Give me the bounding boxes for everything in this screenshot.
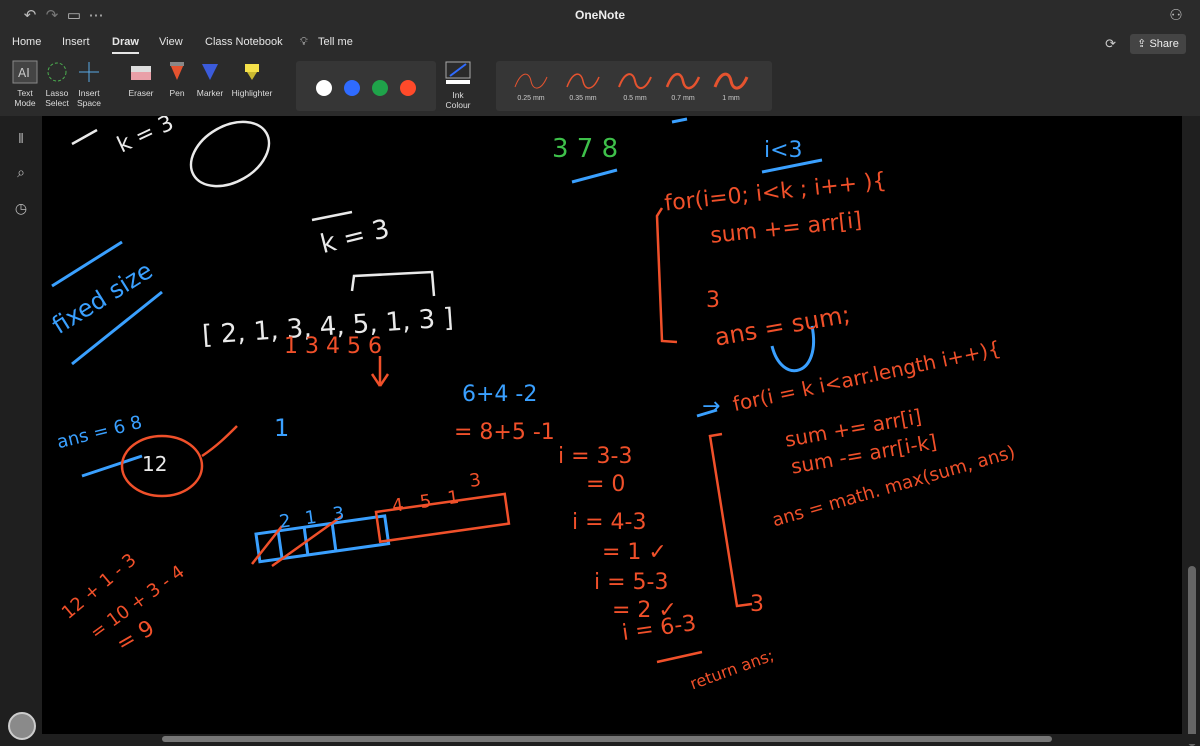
note-index-row: 1 3 4 5 6 [284,334,382,359]
avatar[interactable] [8,712,36,740]
note-calc2: = 8+5 -1 [454,420,555,445]
text-mode-icon: AI [12,60,38,84]
svg-text:AI: AI [18,66,30,80]
tab-draw[interactable]: Draw [112,36,139,54]
note-i-lt-3: i<3 [764,138,803,163]
highlighter-icon [245,64,259,80]
text-mode-label: Text Mode [14,88,36,108]
insert-space-icon [79,62,99,82]
pen-size-label: 1 mm [722,95,740,102]
arrow-icon: → [702,394,721,419]
ink-colour-icon [445,61,471,84]
color-palette [296,61,436,111]
note-i2: i = 4-3 [572,510,647,535]
pen-size-035[interactable]: 0.35 mm [560,69,606,102]
pen-size-gallery: 0.25 mm 0.35 mm 0.5 mm 0.7 mm 1 mm [496,61,772,111]
ribbon-tabs: Home Insert Draw View Class Notebook 💡︎ … [0,32,1200,56]
sync-icon[interactable]: ⟳ [1105,36,1116,52]
pen-icon [170,62,184,80]
marker-button[interactable]: Marker [194,60,226,98]
draw-ribbon: AI Text Mode Lasso Select Insert Space E… [0,56,1200,117]
highlighter-label: Highlighter [231,88,273,98]
tab-insert[interactable]: Insert [62,36,90,48]
color-white-swatch[interactable] [316,80,332,96]
pen-stroke-icon [566,73,600,89]
marker-icon [202,64,218,80]
color-red-swatch[interactable] [400,80,416,96]
app-title: OneNote [574,8,625,22]
search-icon[interactable]: ⌕ [11,164,31,184]
horizontal-scrollbar[interactable] [42,734,1200,744]
lasso-select-label: Lasso Select [45,88,69,108]
eraser-icon [131,66,151,80]
left-sidebar: 𝍪 ⌕ ◷ [0,116,42,744]
note-close1: 3 [706,288,720,313]
note-i1r: = 0 [586,472,626,497]
share-button[interactable]: ⇪ Share [1130,34,1186,54]
lasso-icon [47,62,67,82]
lasso-select-button[interactable]: Lasso Select [42,60,72,108]
ink-colour-label: Ink Colour [445,90,471,110]
pen-size-label: 0.5 mm [623,95,647,102]
pen-size-1[interactable]: 1 mm [708,69,754,102]
lightbulb-icon: 💡︎ [300,36,308,48]
tab-view[interactable]: View [159,36,183,48]
title-bar: ↶ ↷ ▭ ⋯ OneNote ⚇ [0,0,1200,32]
pen-size-05[interactable]: 0.5 mm [612,69,658,102]
pen-stroke-icon [665,73,701,90]
pen-button[interactable]: Pen [164,60,190,98]
color-green-swatch[interactable] [372,80,388,96]
note-one: 1 [274,414,290,442]
tab-home[interactable]: Home [12,36,41,48]
pen-size-label: 0.25 mm [517,95,545,102]
ink-colour-button[interactable]: Ink Colour [440,60,476,110]
vertical-scroll-thumb[interactable] [1188,566,1196,746]
note-i1: i = 3-3 [558,444,633,469]
insert-space-button[interactable]: Insert Space [74,60,104,108]
recent-icon[interactable]: ◷ [11,200,31,220]
note-i2r: = 1 ✓ [602,540,667,565]
pen-stroke-icon [514,73,548,89]
highlighter-button[interactable]: Highlighter [228,60,276,98]
note-i3c: i = 5-3 [594,570,669,595]
eraser-button[interactable]: Eraser [122,60,160,98]
insert-space-label: Insert Space [76,88,102,108]
vertical-scrollbar[interactable] [1182,116,1200,746]
pen-label: Pen [169,88,185,98]
note-seq: 3 7 8 [552,134,619,164]
pen-size-label: 0.35 mm [569,95,597,102]
pen-stroke-icon [618,73,652,89]
eraser-label: Eraser [128,88,154,98]
pen-size-label: 0.7 mm [671,95,695,102]
pen-stroke-icon [713,72,749,90]
note-twelve: 12 [142,452,168,476]
ink-strokes [51,117,823,664]
marker-label: Marker [196,88,224,98]
note-calc1: 6+4 -2 [462,382,538,407]
share-label: Share [1149,38,1179,50]
tab-tell-me[interactable]: Tell me [318,36,353,48]
account-icon[interactable]: ⚇ [1166,6,1186,26]
tab-class-notebook[interactable]: Class Notebook [205,36,283,48]
text-mode-button[interactable]: AI Text Mode [10,60,40,108]
share-icon: ⇪ [1137,38,1150,50]
notebooks-icon[interactable]: 𝍪 [11,128,31,148]
note-close2: 3 [750,592,764,617]
note-canvas[interactable]: k = 3 k = 3 fixed size [ 2, 1, 3, 4, 5, … [42,116,1182,734]
pen-size-07[interactable]: 0.7 mm [660,69,706,102]
horizontal-scroll-thumb[interactable] [162,736,1052,742]
color-blue-swatch[interactable] [344,80,360,96]
pen-size-025[interactable]: 0.25 mm [508,69,554,102]
